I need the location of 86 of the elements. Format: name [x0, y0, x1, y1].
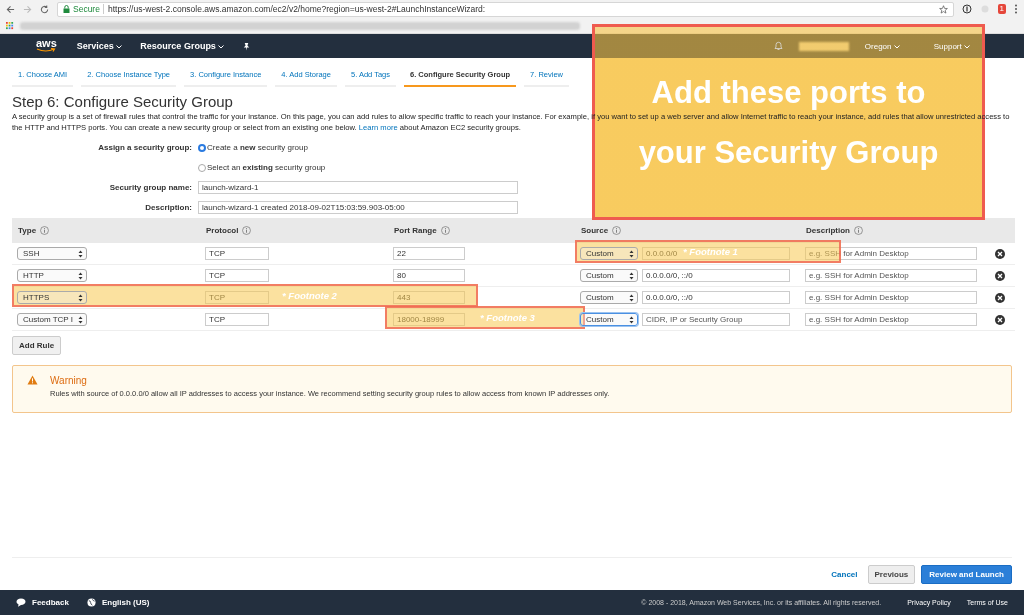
cancel-link[interactable]: Cancel: [831, 569, 858, 579]
info-icon[interactable]: [40, 226, 50, 235]
source-select[interactable]: Custom: [580, 247, 638, 260]
reload-icon[interactable]: [40, 4, 49, 14]
add-rule-button[interactable]: Add Rule: [12, 336, 62, 355]
footnote-label: * Footnote 2: [282, 290, 337, 301]
input-field[interactable]: 0.0.0.0/0, ::/0: [642, 269, 790, 282]
updown-icon: [629, 249, 634, 258]
input-field[interactable]: launch-wizard-1 created 2018-09-02T15:03:59.903-05:00: [198, 201, 518, 214]
updown-icon: [629, 315, 634, 324]
field-label: Assign a security group:: [97, 143, 192, 152]
info-icon[interactable]: [440, 226, 450, 235]
url-text: https://us-west-2.console.aws.amazon.com/ec2/v2/home?region=us-west-2#LaunchInstanceWizard:: [102, 4, 486, 14]
updown-icon: [629, 271, 634, 280]
source-select[interactable]: Custom: [580, 313, 638, 326]
back-icon[interactable]: [6, 4, 15, 14]
input-field[interactable]: TCP: [205, 269, 269, 282]
source-select[interactable]: Custom: [580, 269, 638, 282]
star-icon[interactable]: [938, 4, 948, 14]
remove-icon[interactable]: [995, 270, 1005, 281]
type-select[interactable]: SSH: [17, 247, 87, 260]
language-selector[interactable]: English (US): [101, 598, 150, 607]
type-select[interactable]: HTTPS: [17, 291, 87, 304]
radio-button[interactable]: [198, 163, 206, 172]
address-bar[interactable]: Secure https://us-west-2.console.aws.amazon.com/ec2/v2/home?region=us-west-2#LaunchInstanceWizard:: [57, 1, 954, 17]
input-field[interactable]: TCP: [205, 247, 269, 260]
updown-icon: [78, 249, 83, 258]
radio-button[interactable]: [198, 143, 206, 152]
column-header: Port Range: [394, 226, 437, 235]
remove-icon[interactable]: [995, 248, 1005, 259]
input-field[interactable]: 22: [393, 247, 465, 260]
input-field[interactable]: 80: [393, 269, 465, 282]
updown-icon: [629, 293, 634, 302]
nav-menu[interactable]: Resource Groups: [140, 41, 225, 51]
info-icon[interactable]: [612, 226, 622, 235]
column-header: Description: [806, 226, 850, 235]
info-icon[interactable]: [242, 226, 252, 235]
radio-label: Create a new security group: [207, 143, 308, 152]
nav-menu[interactable]: Services: [76, 41, 123, 51]
column-header: Protocol: [206, 226, 239, 235]
caret-icon: [116, 45, 123, 49]
extension-icon[interactable]: [961, 4, 972, 14]
remove-icon[interactable]: [995, 292, 1005, 303]
column-header: Type: [18, 226, 37, 235]
radio-label: Select an existing security group: [207, 163, 326, 172]
lock-icon: [63, 5, 70, 13]
globe-icon[interactable]: [86, 598, 96, 607]
input-field[interactable]: 0.0.0.0/0, ::/0: [642, 291, 790, 304]
field-label: Description:: [144, 203, 192, 212]
remove-icon[interactable]: [995, 314, 1005, 325]
input-field[interactable]: TCP: [205, 313, 269, 326]
input-field[interactable]: launch-wizard-1: [198, 181, 518, 194]
warning-title: Warning: [50, 375, 88, 386]
secure-label: Secure: [73, 4, 100, 14]
footnote-label: * Footnote 3: [480, 312, 535, 323]
callout-text: your Security Group: [638, 136, 939, 170]
warning-icon: [27, 375, 38, 385]
bell-icon[interactable]: [773, 41, 783, 51]
input-field[interactable]: CIDR, IP or Security Group: [642, 313, 790, 326]
type-select[interactable]: HTTP: [17, 269, 87, 282]
column-header: Source: [581, 226, 609, 235]
input-field[interactable]: e.g. SSH for Admin Desktop: [805, 269, 977, 282]
previous-button[interactable]: Previous: [867, 564, 916, 584]
field-label: Security group name:: [108, 183, 192, 192]
input-field[interactable]: e.g. SSH for Admin Desktop: [805, 313, 977, 326]
caret-icon: [218, 45, 225, 49]
updown-icon: [78, 315, 83, 324]
redacted-account: [798, 41, 849, 51]
extension-badge[interactable]: 1: [997, 4, 1006, 14]
info-icon[interactable]: [854, 226, 863, 235]
callout-text: Add these ports to: [651, 76, 926, 110]
caret-icon: [893, 44, 900, 49]
menu-icon[interactable]: [1014, 4, 1018, 14]
page-title: Step 6: Configure Security Group: [12, 93, 233, 110]
speech-bubble-icon[interactable]: [16, 598, 26, 607]
type-select[interactable]: Custom TCP I: [17, 313, 87, 326]
updown-icon: [78, 271, 83, 280]
aws-logo[interactable]: aws: [36, 39, 57, 53]
apps-icon[interactable]: [6, 21, 14, 30]
review-and-launch-button[interactable]: Review and Launch: [921, 564, 1012, 584]
feedback-link[interactable]: Feedback: [32, 598, 69, 607]
footnote-label: * Footnote 1: [683, 246, 738, 257]
caret-icon: [964, 44, 970, 49]
source-select[interactable]: Custom: [580, 291, 638, 304]
updown-icon: [78, 293, 83, 302]
input-field[interactable]: e.g. SSH for Admin Desktop: [805, 291, 977, 304]
